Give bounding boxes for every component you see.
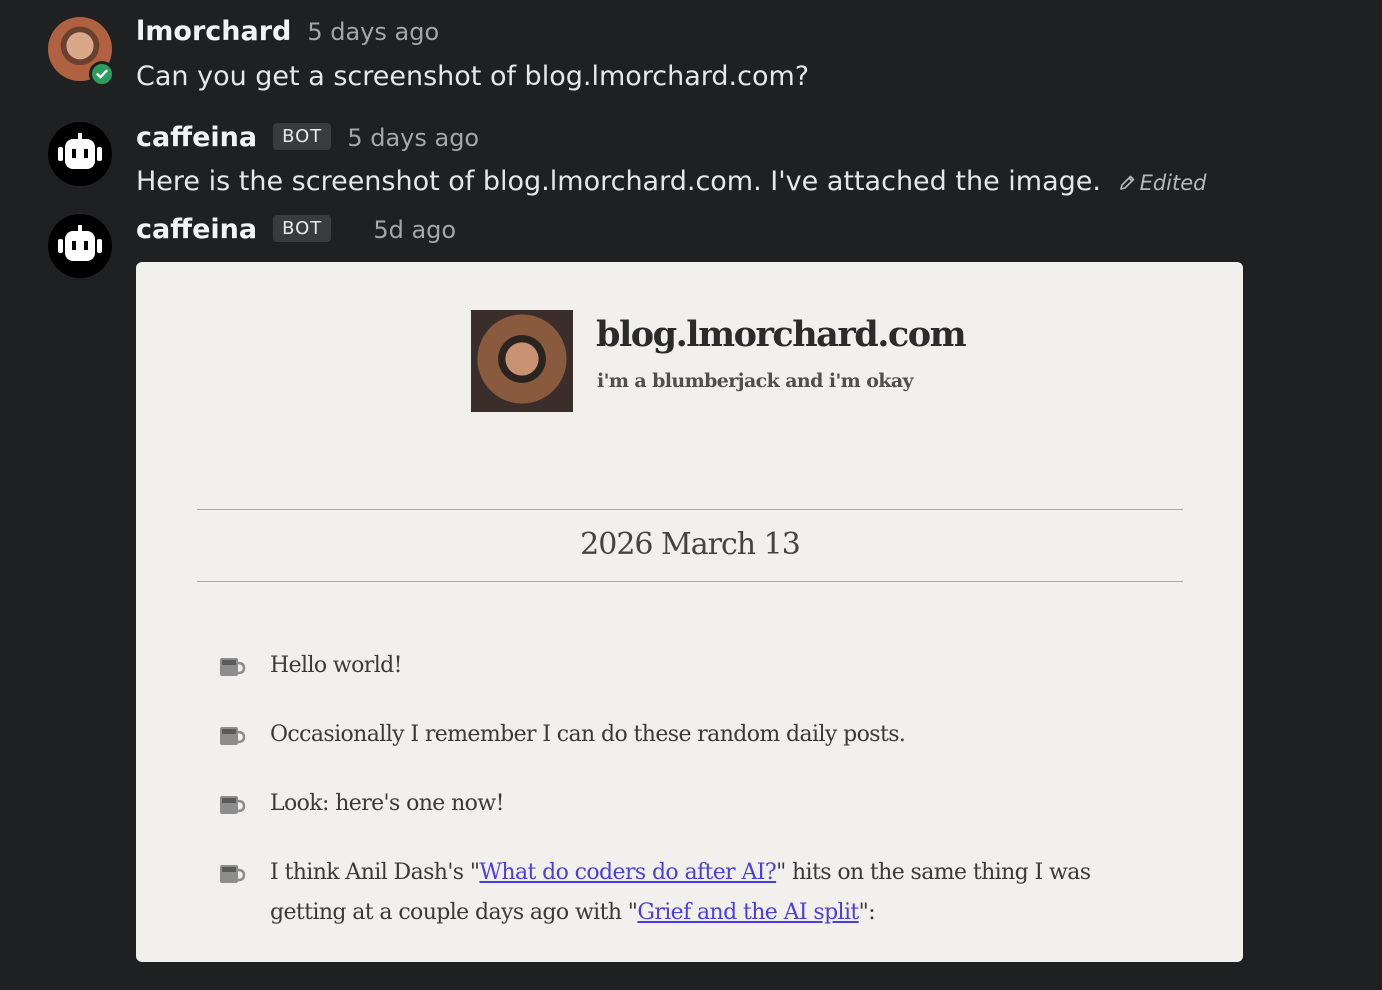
post-text: I think Anil Dash's "What do coders do a…	[270, 853, 1150, 933]
robot-icon	[58, 225, 102, 261]
edited-indicator: Edited	[1118, 171, 1207, 195]
bot-badge: BOT	[273, 215, 332, 242]
bot-badge: BOT	[273, 123, 332, 150]
post-link-coders-after-ai[interactable]: What do coders do after AI?	[479, 860, 776, 885]
coffee-mug-icon	[220, 658, 246, 676]
edited-label: Edited	[1139, 171, 1207, 195]
author-name[interactable]: caffeina	[136, 214, 257, 245]
message-caffeina: caffeina BOT 5 days ago Here is the scre…	[0, 110, 1382, 210]
message-text: Can you get a screenshot of blog.lmorcha…	[136, 61, 810, 92]
divider	[197, 581, 1183, 582]
blog-author-photo	[471, 310, 573, 412]
online-status-icon	[89, 61, 115, 87]
post-text: Hello world!	[270, 653, 402, 678]
post-text: Occasionally I remember I can do these r…	[270, 722, 906, 747]
attached-screenshot[interactable]: blog.lmorchard.com i'm a blumberjack and…	[136, 262, 1243, 962]
pencil-icon	[1119, 175, 1134, 190]
coffee-mug-icon	[220, 727, 246, 745]
author-name[interactable]: caffeina	[136, 122, 257, 153]
date-heading: 2026 March 13	[580, 527, 801, 562]
blog-tagline: i'm a blumberjack and i'm okay	[597, 370, 914, 392]
timestamp[interactable]: 5d ago	[373, 216, 456, 244]
message-caffeina-attachment: caffeina BOT 5d ago	[0, 205, 1382, 278]
divider	[197, 509, 1183, 510]
post-text: Look: here's one now!	[270, 791, 504, 816]
post-text-after: ":	[858, 900, 876, 925]
message-text: Here is the screenshot of blog.lmorchard…	[136, 166, 1101, 197]
post-link-grief-ai-split[interactable]: Grief and the AI split	[637, 900, 859, 925]
robot-icon	[58, 133, 102, 169]
coffee-mug-icon	[220, 865, 246, 883]
timestamp[interactable]: 5 days ago	[307, 18, 439, 46]
blog-title: blog.lmorchard.com	[596, 314, 967, 355]
bot-avatar[interactable]	[48, 122, 112, 186]
post-text-before: I think Anil Dash's "	[270, 860, 480, 885]
author-name[interactable]: lmorchard	[136, 16, 291, 47]
coffee-mug-icon	[220, 796, 246, 814]
timestamp[interactable]: 5 days ago	[347, 124, 479, 152]
message-body: Here is the screenshot of blog.lmorchard…	[136, 166, 1206, 197]
bot-avatar[interactable]	[48, 214, 112, 278]
message-lmorchard: lmorchard 5 days ago Can you get a scree…	[0, 0, 1382, 110]
